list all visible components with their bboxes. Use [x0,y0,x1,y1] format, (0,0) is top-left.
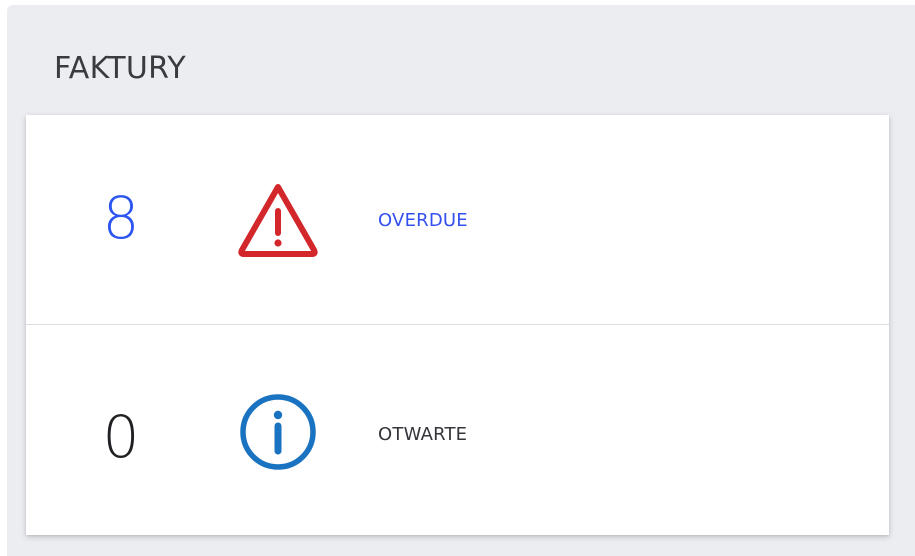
warning-triangle-icon [234,177,322,265]
open-invoices-row[interactable]: 0 OTWARTE [26,325,889,535]
overdue-invoices-row[interactable]: 8 OVERDUE [26,115,889,325]
open-count: 0 [102,403,140,471]
invoice-status-card: 8 OVERDUE 0 OTWARTE [26,115,889,535]
info-circle-icon [234,388,322,476]
overdue-count: 8 [102,184,140,252]
panel-title: FAKTURY [54,51,187,86]
open-label: OTWARTE [378,424,468,445]
overdue-label: OVERDUE [378,210,468,231]
